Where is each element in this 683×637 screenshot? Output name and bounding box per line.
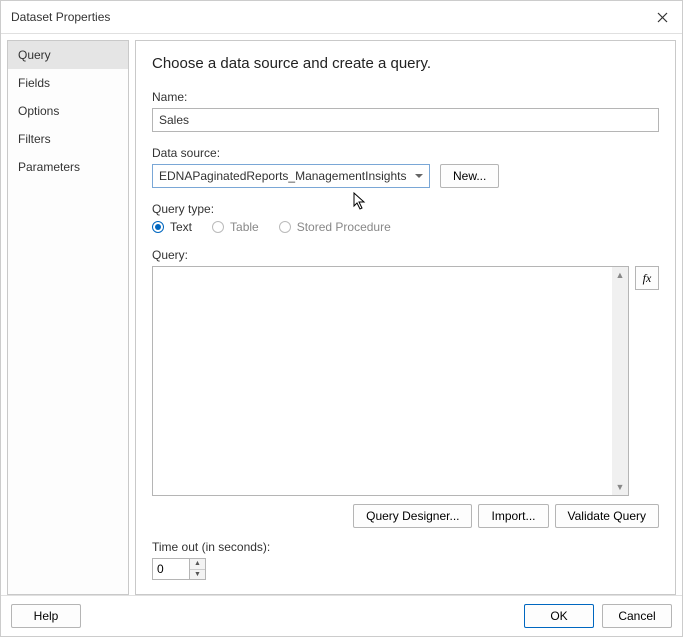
sidebar-item-filters[interactable]: Filters [8, 125, 128, 153]
close-icon [657, 12, 668, 23]
datasource-label: Data source: [152, 146, 659, 160]
radio-icon [279, 221, 291, 233]
import-button[interactable]: Import... [478, 504, 548, 528]
new-datasource-button[interactable]: New... [440, 164, 499, 188]
radio-text[interactable]: Text [152, 220, 192, 234]
ok-button[interactable]: OK [524, 604, 594, 628]
datasource-section: Data source: EDNAPaginatedReports_Manage… [152, 146, 659, 188]
sidebar-item-label: Parameters [18, 160, 80, 174]
main-panel: Choose a data source and create a query.… [135, 40, 676, 595]
main-heading: Choose a data source and create a query. [152, 55, 659, 72]
sidebar-item-options[interactable]: Options [8, 97, 128, 125]
sidebar-item-parameters[interactable]: Parameters [8, 153, 128, 181]
querytype-label: Query type: [152, 202, 659, 216]
query-designer-button[interactable]: Query Designer... [353, 504, 472, 528]
footer: Help OK Cancel [1, 595, 682, 636]
spinner-down-icon[interactable]: ▼ [190, 570, 205, 580]
expression-button[interactable]: fx [635, 266, 659, 290]
close-button[interactable] [652, 7, 672, 27]
validate-query-button[interactable]: Validate Query [555, 504, 660, 528]
sidebar-item-label: Query [18, 48, 51, 62]
name-input[interactable] [152, 108, 659, 132]
sidebar-item-query[interactable]: Query [8, 41, 128, 69]
fx-icon: fx [643, 271, 652, 286]
dialog-body: Query Fields Options Filters Parameters … [1, 34, 682, 595]
timeout-label: Time out (in seconds): [152, 540, 659, 554]
query-label: Query: [152, 248, 659, 262]
scroll-up-icon[interactable]: ▲ [612, 267, 628, 283]
datasource-selected: EDNAPaginatedReports_ManagementInsights [159, 169, 406, 183]
name-label: Name: [152, 90, 659, 104]
timeout-input[interactable] [152, 558, 190, 580]
help-button[interactable]: Help [11, 604, 81, 628]
sidebar: Query Fields Options Filters Parameters [7, 40, 129, 595]
chevron-down-icon [415, 174, 423, 178]
radio-stored-procedure: Stored Procedure [279, 220, 391, 234]
timeout-section: Time out (in seconds): ▲ ▼ [152, 540, 659, 580]
radio-icon [152, 221, 164, 233]
cancel-button[interactable]: Cancel [602, 604, 672, 628]
window-title: Dataset Properties [11, 10, 110, 24]
radio-label: Stored Procedure [297, 220, 391, 234]
sidebar-item-label: Fields [18, 76, 50, 90]
query-area: ▲ ▼ fx [152, 266, 659, 496]
scroll-down-icon[interactable]: ▼ [612, 479, 628, 495]
radio-label: Table [230, 220, 259, 234]
query-textarea[interactable] [152, 266, 629, 496]
querytype-section: Query type: Text Table Stored Procedure [152, 202, 659, 234]
name-section: Name: [152, 90, 659, 132]
query-buttons: Query Designer... Import... Validate Que… [152, 504, 659, 528]
sidebar-item-label: Filters [18, 132, 51, 146]
timeout-spinner[interactable]: ▲ ▼ [190, 558, 206, 580]
datasource-dropdown[interactable]: EDNAPaginatedReports_ManagementInsights [152, 164, 430, 188]
titlebar: Dataset Properties [1, 1, 682, 34]
sidebar-item-label: Options [18, 104, 59, 118]
radio-icon [212, 221, 224, 233]
radio-table: Table [212, 220, 259, 234]
spinner-up-icon[interactable]: ▲ [190, 559, 205, 570]
scrollbar[interactable]: ▲ ▼ [612, 267, 628, 495]
radio-label: Text [170, 220, 192, 234]
sidebar-item-fields[interactable]: Fields [8, 69, 128, 97]
